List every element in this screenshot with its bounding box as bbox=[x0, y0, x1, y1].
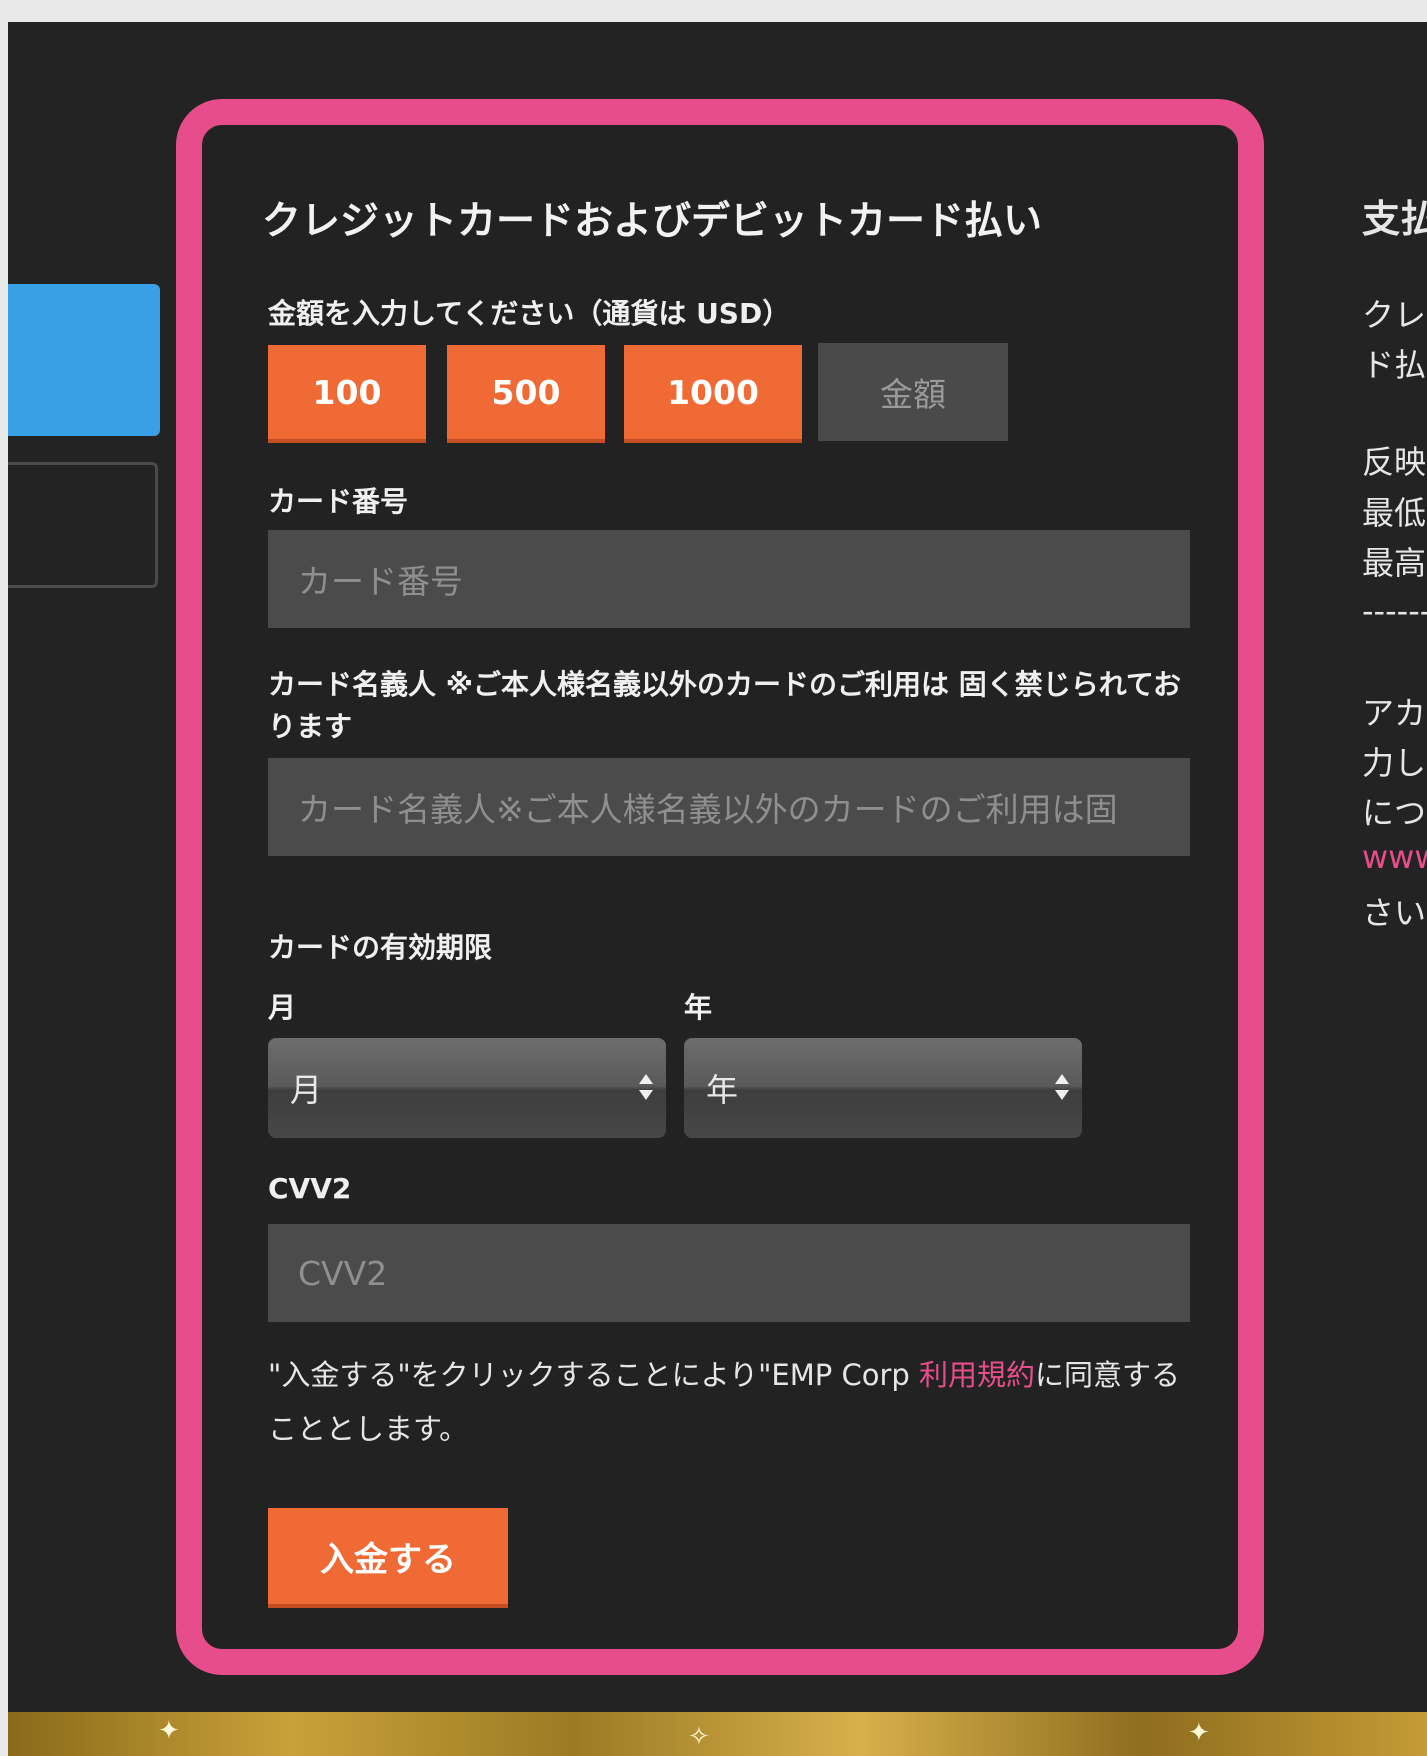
card-number-input[interactable]: カード番号 bbox=[268, 530, 1190, 628]
side-panel-link[interactable]: www bbox=[1362, 838, 1427, 876]
year-select-value: 年 bbox=[706, 1071, 739, 1109]
year-label: 年 bbox=[684, 991, 713, 1024]
side-panel-line: 力し bbox=[1362, 744, 1427, 782]
amount-1000-button[interactable]: 1000 bbox=[624, 345, 802, 443]
card-number-label: カード番号 bbox=[268, 485, 409, 518]
amount-500-button[interactable]: 500 bbox=[447, 345, 605, 443]
card-holder-label: カード名義人 ※ご本人様名義以外のカードのご利用は 固く禁じられております bbox=[268, 668, 1182, 743]
card-holder-input[interactable]: カード名義人※ご本人様名義以外のカードのご利用は固 bbox=[268, 758, 1190, 856]
cvv-input[interactable]: CVV2 bbox=[268, 1224, 1190, 1322]
sparkle-icon: ✧ bbox=[688, 1722, 710, 1752]
side-panel-line: につ bbox=[1362, 794, 1427, 832]
side-panel-line: ド払 bbox=[1362, 346, 1427, 384]
payment-method-tab[interactable] bbox=[8, 462, 158, 588]
select-arrows-icon bbox=[1055, 1074, 1069, 1100]
month-select[interactable]: 月 bbox=[268, 1038, 666, 1138]
side-panel-line: クレ bbox=[1362, 296, 1427, 334]
terms-link[interactable]: 利用規約 bbox=[919, 1358, 1035, 1392]
side-panel-title: 支払 bbox=[1362, 197, 1427, 241]
side-panel-line: 最高 bbox=[1362, 544, 1427, 582]
side-panel-line: アカ bbox=[1362, 694, 1427, 732]
side-panel-line: 最低 bbox=[1362, 494, 1427, 532]
side-panel-divider: ------ bbox=[1362, 592, 1427, 630]
amount-label: 金額を入力してください（通貨は USD） bbox=[268, 297, 791, 330]
amount-input[interactable]: 金額 bbox=[818, 343, 1008, 441]
sparkle-icon: ✦ bbox=[1188, 1718, 1210, 1748]
terms-text: "入金する"をクリックすることにより"EMP Corp 利用規約に同意することと… bbox=[268, 1348, 1188, 1456]
terms-text-before: "入金する"をクリックすることにより"EMP Corp bbox=[268, 1358, 920, 1392]
cvv-label: CVV2 bbox=[268, 1172, 352, 1205]
payment-method-tab-active[interactable] bbox=[8, 284, 160, 436]
year-select[interactable]: 年 bbox=[684, 1038, 1082, 1138]
select-arrows-icon bbox=[639, 1074, 653, 1100]
side-panel-line: 反映 bbox=[1362, 443, 1427, 481]
month-select-value: 月 bbox=[290, 1071, 323, 1109]
expiry-label: カードの有効期限 bbox=[268, 931, 493, 964]
decorative-gold-banner: ✦ ✦ ✧ bbox=[8, 1712, 1427, 1756]
side-panel-line: さい bbox=[1362, 894, 1427, 932]
sparkle-icon: ✦ bbox=[158, 1716, 180, 1746]
form-title: クレジットカードおよびデビットカード払い bbox=[262, 199, 1043, 244]
deposit-submit-button[interactable]: 入金する bbox=[268, 1508, 508, 1608]
month-label: 月 bbox=[268, 991, 297, 1024]
amount-100-button[interactable]: 100 bbox=[268, 345, 426, 443]
